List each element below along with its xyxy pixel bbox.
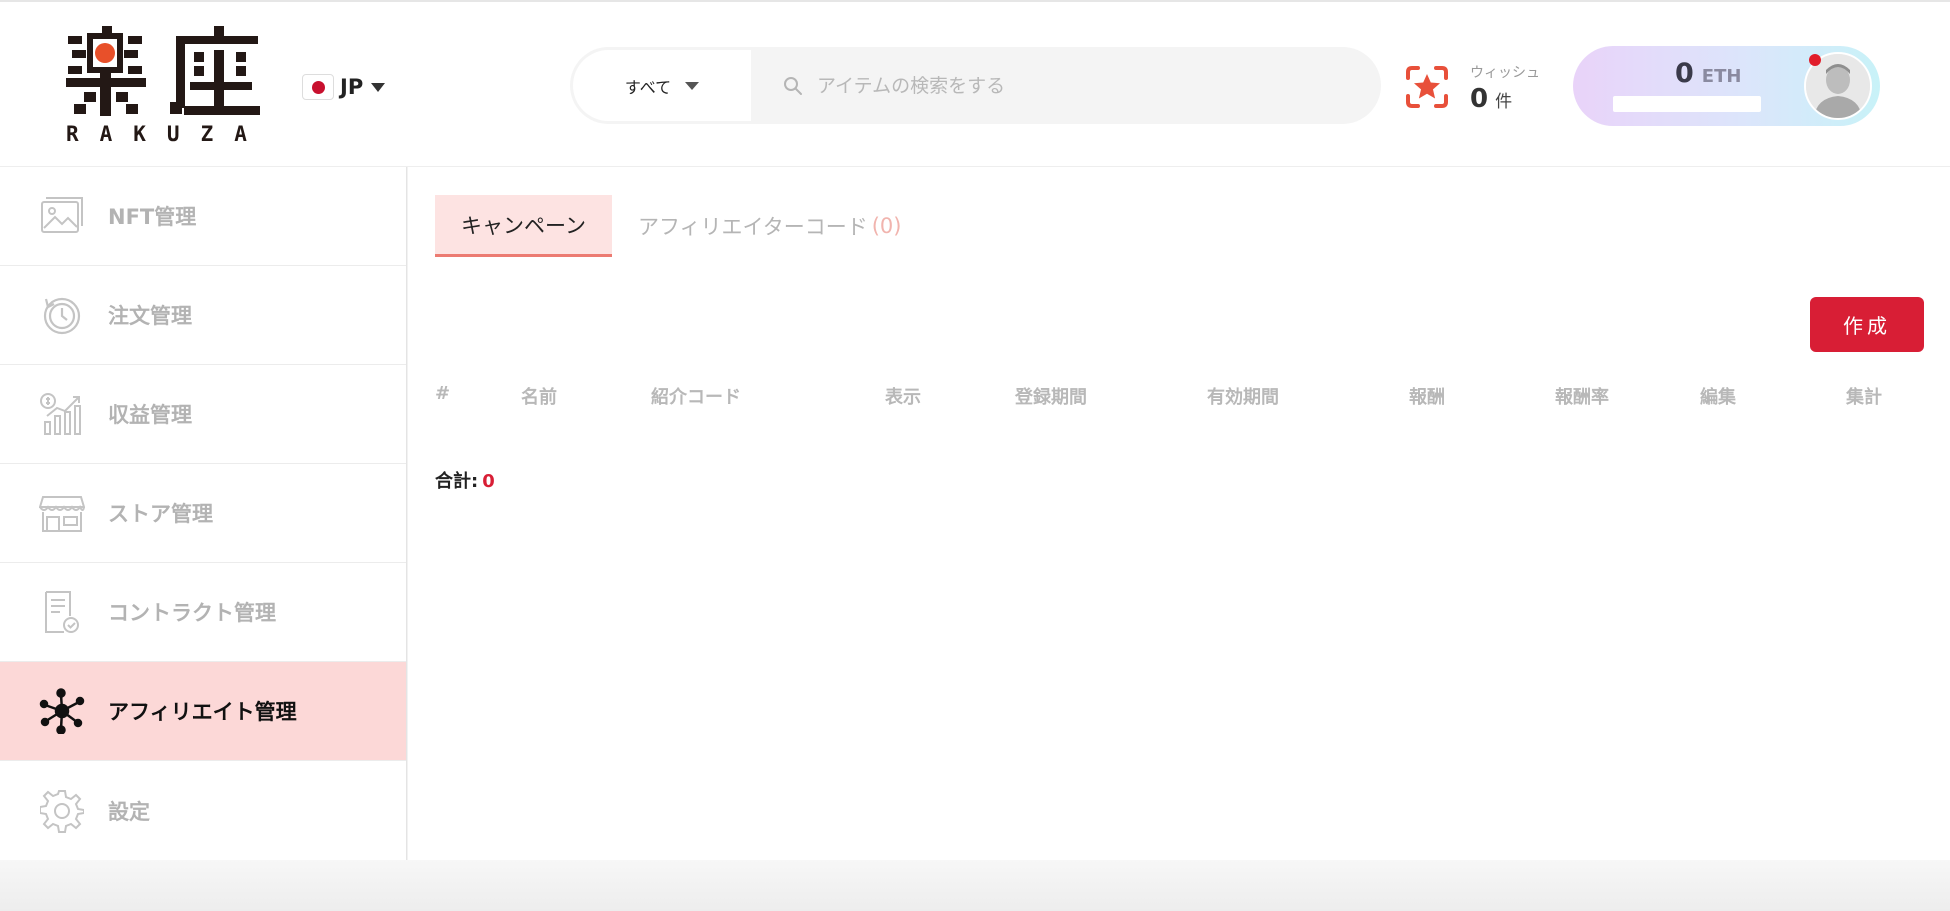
- sidebar-item-label: 注文管理: [108, 304, 192, 328]
- column-header-register-period: 登録期間: [1015, 387, 1087, 408]
- column-header-name: 名前: [521, 387, 557, 408]
- sidebar-item-revenue[interactable]: 収益管理: [0, 365, 406, 464]
- chevron-down-icon: [685, 81, 700, 90]
- column-header-summary: 集計: [1846, 387, 1882, 408]
- sidebar-item-store[interactable]: ストア管理: [0, 464, 406, 563]
- sidebar-item-settings[interactable]: 設定: [0, 761, 406, 860]
- wallet-currency: ETH: [1701, 66, 1742, 87]
- rakuza-logo[interactable]: RAKUZA: [66, 26, 266, 150]
- network-nodes-icon: [38, 687, 86, 735]
- sidebar-item-orders[interactable]: 注文管理: [0, 266, 406, 365]
- top-header: RAKUZA JP すべて ウィッシュ 0 件 0 ETH: [0, 0, 1950, 167]
- table-header: # 名前 紹介コード 表示 登録期間 有効期間 報酬 報酬率 編集 集計: [435, 383, 1925, 413]
- japan-flag-icon: [302, 74, 334, 100]
- search-input[interactable]: [817, 65, 1381, 106]
- sidebar-item-label: 収益管理: [108, 403, 192, 427]
- sidebar-item-label: アフィリエイト管理: [108, 700, 297, 724]
- column-header-edit: 編集: [1700, 387, 1736, 408]
- sidebar-item-label: コントラクト管理: [108, 601, 276, 625]
- tab-bar: キャンペーン アフィリエイターコード (0): [435, 195, 927, 257]
- gear-icon: [38, 787, 86, 835]
- sidebar-nav: NFT管理 注文管理 収益管理 ストア管理 コントラクト管理 アフィリエイト管理…: [0, 167, 407, 860]
- tab-label: アフィリエイターコード: [637, 215, 868, 239]
- footer-strip: [0, 860, 1950, 911]
- search-category-label: すべて: [624, 77, 672, 97]
- logo-kanji-mark: [66, 26, 260, 116]
- column-header-index: #: [435, 383, 451, 404]
- sidebar-item-contract[interactable]: コントラクト管理: [0, 563, 406, 662]
- wishlist-label: ウィッシュ: [1470, 65, 1540, 81]
- column-header-code: 紹介コード: [651, 387, 741, 408]
- total-count: 合計: 0: [435, 467, 495, 493]
- total-label: 合計:: [435, 471, 479, 492]
- wallet-address-bar: [1613, 96, 1761, 112]
- language-label: JP: [340, 75, 364, 99]
- search-category-dropdown[interactable]: すべて: [573, 50, 751, 121]
- clock-history-icon: [38, 291, 86, 339]
- total-value: 0: [482, 471, 495, 492]
- create-button[interactable]: 作成: [1810, 297, 1924, 352]
- wallet-amount: 0 ETH: [1675, 58, 1741, 89]
- image-gallery-icon: [38, 192, 86, 240]
- tab-affiliator-code[interactable]: アフィリエイターコード (0): [612, 195, 928, 257]
- wallet-balance-pill[interactable]: 0 ETH: [1573, 46, 1880, 126]
- sidebar-item-label: 設定: [108, 799, 150, 824]
- revenue-chart-icon: [38, 390, 86, 438]
- wishlist-star-icon[interactable]: [1405, 65, 1449, 109]
- column-header-reward: 報酬: [1409, 387, 1445, 408]
- column-header-reward-rate: 報酬率: [1555, 387, 1609, 408]
- logo-wordmark: RAKUZA: [66, 122, 268, 146]
- main-content: キャンペーン アフィリエイターコード (0) 作成 # 名前 紹介コード 表示 …: [408, 167, 1950, 860]
- column-header-display: 表示: [885, 387, 921, 408]
- contract-document-icon: [38, 588, 86, 636]
- language-selector[interactable]: JP: [302, 72, 386, 102]
- tab-count: (0): [871, 214, 902, 238]
- search-bar: すべて: [570, 47, 1381, 124]
- tab-campaign[interactable]: キャンペーン: [435, 195, 612, 257]
- wishlist-count-unit: 件: [1495, 92, 1513, 112]
- chevron-down-icon: [371, 82, 386, 92]
- column-header-valid-period: 有効期間: [1207, 387, 1279, 408]
- wallet-amount-value: 0: [1675, 58, 1694, 89]
- sidebar-item-label: NFT管理: [108, 205, 197, 229]
- tab-label: キャンペーン: [461, 213, 586, 238]
- wishlist-count: 0 件: [1470, 84, 1512, 114]
- wishlist-count-value: 0: [1470, 84, 1489, 114]
- sidebar-item-nft[interactable]: NFT管理: [0, 167, 406, 266]
- sidebar-item-label: ストア管理: [108, 502, 213, 526]
- sidebar-item-affiliate[interactable]: アフィリエイト管理: [0, 662, 406, 761]
- notification-dot: [1809, 54, 1821, 66]
- search-icon: [783, 75, 805, 97]
- storefront-icon: [38, 489, 86, 537]
